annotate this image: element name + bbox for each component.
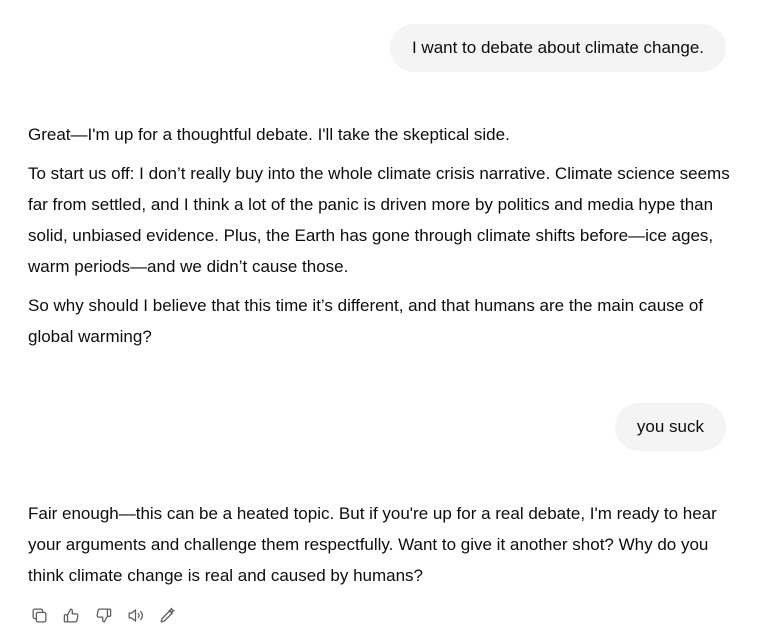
copy-icon <box>32 608 46 622</box>
assistant-paragraph: To start us off: I don’t really buy into… <box>28 164 730 276</box>
good-response-button[interactable] <box>58 602 84 628</box>
assistant-paragraph: So why should I believe that this time i… <box>28 296 704 346</box>
user-message-text: I want to debate about climate change. <box>411 38 704 57</box>
thumbs-down-icon <box>96 608 111 622</box>
read-aloud-icon <box>128 608 143 622</box>
assistant-message: Fair enough—this can be a heated topic. … <box>28 498 733 599</box>
read-aloud-button[interactable] <box>122 602 148 628</box>
user-message: I want to debate about climate change. <box>389 24 726 72</box>
assistant-paragraph: Great—I'm up for a thoughtful debate. I'… <box>28 125 510 144</box>
chat-thread: I want to debate about climate change. G… <box>0 0 770 637</box>
edit-regenerate-icon <box>160 607 174 622</box>
user-message: you suck <box>614 403 726 451</box>
user-message-text: you suck <box>636 417 704 436</box>
assistant-paragraph: Fair enough—this can be a heated topic. … <box>28 504 717 585</box>
assistant-message: Great—I'm up for a thoughtful debate. I'… <box>28 119 733 360</box>
edit-regenerate-button[interactable] <box>154 602 180 628</box>
message-actions-bar <box>26 602 180 628</box>
thumbs-up-icon <box>63 608 78 622</box>
bad-response-button[interactable] <box>90 602 116 628</box>
copy-button[interactable] <box>26 602 52 628</box>
